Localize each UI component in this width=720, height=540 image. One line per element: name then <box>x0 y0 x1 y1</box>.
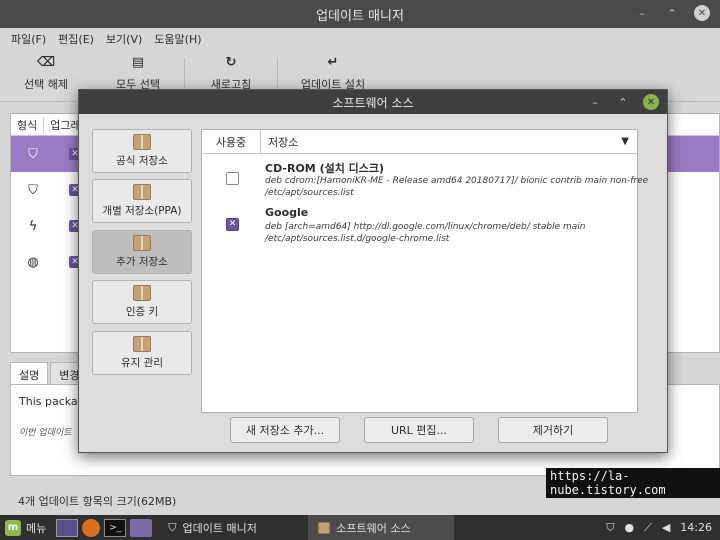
maximize-icon[interactable]: ⌃ <box>664 5 680 21</box>
minimize-icon[interactable]: – <box>634 5 650 21</box>
sidebar-item-ppa[interactable]: 개별 저장소(PPA) <box>92 179 192 223</box>
user-icon[interactable]: ● <box>625 521 635 534</box>
terminal-icon[interactable]: >_ <box>104 518 127 537</box>
edit-url-button[interactable]: URL 편집... <box>364 417 474 443</box>
mint-logo-icon: m <box>5 519 21 536</box>
install-updates-button[interactable]: ↵ 업데이트 설치 <box>278 56 388 92</box>
sidebar-item-label: 유지 관리 <box>121 357 163 369</box>
minimize-icon[interactable]: – <box>587 94 603 110</box>
refresh-icon: ↻ <box>225 55 237 70</box>
backspace-icon: ⌫ <box>36 55 56 70</box>
add-repository-button[interactable]: 새 저장소 추가... <box>230 417 340 443</box>
task-label: 소프트웨어 소스 <box>336 521 411 535</box>
sidebar-item-label: 개별 저장소(PPA) <box>102 205 182 217</box>
menu-help[interactable]: 도움말(H) <box>148 31 207 47</box>
clear-selection-button[interactable]: ⌫ 선택 해제 <box>0 56 92 92</box>
shield-icon: ⛉ <box>28 146 38 162</box>
repository-item[interactable]: ✕ Google deb [arch=amd64] http://dl.goog… <box>202 204 639 250</box>
dialog-title: 소프트웨어 소스 <box>332 95 414 110</box>
globe-icon: ◍ <box>27 254 39 270</box>
sidebar-item-official[interactable]: 공식 저장소 <box>92 129 192 173</box>
clock[interactable]: 14:26 <box>680 521 712 534</box>
repo-name: Google <box>265 206 309 219</box>
column-repository-label: 저장소 <box>268 135 299 149</box>
menu-edit[interactable]: 편집(E) <box>52 31 100 47</box>
close-icon[interactable]: ✕ <box>643 94 659 110</box>
repo-file: /etc/apt/sources.list <box>265 188 354 198</box>
volume-icon[interactable]: ◀ <box>662 521 670 534</box>
folder-icon[interactable] <box>130 518 153 537</box>
task-label: 업데이트 매니저 <box>182 521 257 535</box>
package-icon <box>133 235 151 251</box>
repo-file: /etc/apt/sources.list.d/google-chrome.li… <box>265 234 450 244</box>
sort-down-icon[interactable]: ▼ <box>621 136 629 147</box>
shield-icon: ⛉ <box>168 520 177 534</box>
network-icon[interactable]: ⟋ <box>644 521 652 535</box>
status-text: 4개 업데이트 항목의 크기(62MB) <box>18 495 177 508</box>
package-icon <box>133 184 151 200</box>
update-manager-titlebar[interactable]: 업데이트 매니저 – ⌃ ✕ <box>0 0 720 28</box>
task-update-manager[interactable]: ⛉ 업데이트 매니저 <box>158 515 304 540</box>
refresh-button[interactable]: ↻ 새로고침 <box>185 56 277 92</box>
package-icon <box>133 285 151 301</box>
package-icon <box>318 521 331 534</box>
dialog-titlebar[interactable]: 소프트웨어 소스 – ⌃ ✕ <box>79 90 667 114</box>
show-desktop-icon[interactable] <box>56 518 79 537</box>
repository-list-header: 사용중 저장소 ▼ <box>202 130 637 154</box>
package-icon <box>133 134 151 150</box>
column-type[interactable]: 형식 <box>11 116 45 133</box>
repo-name: CD-ROM (설치 디스크) <box>265 162 385 175</box>
task-software-sources[interactable]: 소프트웨어 소스 <box>308 515 455 540</box>
firefox-icon[interactable] <box>82 518 101 537</box>
repo-enabled-checkbox[interactable]: ✕ <box>226 218 239 231</box>
description-note: 이번 업데이트 <box>19 428 72 438</box>
sidebar-item-label: 추가 저장소 <box>116 256 168 268</box>
shield-icon: ⛉ <box>28 182 38 198</box>
taskbar: m 메뉴 >_ ⛉ 업데이트 매니저 소프트웨어 소스 ⛉ ● ⟋ ◀ 14:2… <box>0 515 720 540</box>
window-title: 업데이트 매니저 <box>316 8 404 24</box>
package-icon <box>133 336 151 352</box>
column-repository[interactable]: 저장소 ▼ <box>261 130 637 153</box>
start-menu-label: 메뉴 <box>26 521 47 535</box>
column-enabled[interactable]: 사용중 <box>202 130 261 153</box>
menu-bar: 파일(F) 편집(E) 보기(V) 도움말(H) <box>0 28 720 50</box>
return-arrow-icon: ↵ <box>327 55 339 70</box>
repository-list: 사용중 저장소 ▼ CD-ROM (설치 디스크) deb cdrom:[Ham… <box>201 129 648 413</box>
system-tray: ⛉ ● ⟋ ◀ 14:26 <box>606 515 712 540</box>
menu-view[interactable]: 보기(V) <box>100 31 148 47</box>
repo-line: deb cdrom:[HamoniKR-ME - Release amd64 2… <box>265 176 649 186</box>
watermark: https://la-nube.tistory.com <box>546 468 720 498</box>
sidebar-item-label: 공식 저장소 <box>116 155 168 167</box>
repo-line: deb [arch=amd64] http://dl.google.com/li… <box>265 222 586 232</box>
start-menu-button[interactable]: m 메뉴 <box>0 519 54 536</box>
close-icon[interactable]: ✕ <box>694 5 710 21</box>
document-icon: ▤ <box>131 55 145 70</box>
software-sources-dialog: 소프트웨어 소스 – ⌃ ✕ 공식 저장소 개별 저장소(PPA) 추가 저장소… <box>78 89 668 453</box>
repository-item[interactable]: CD-ROM (설치 디스크) deb cdrom:[HamoniKR-ME -… <box>202 158 648 204</box>
repo-enabled-checkbox[interactable] <box>226 172 239 185</box>
sidebar-item-maintenance[interactable]: 유지 관리 <box>92 331 192 375</box>
select-all-button[interactable]: ▤ 모두 선택 <box>92 56 184 92</box>
sidebar-item-keys[interactable]: 인증 키 <box>92 280 192 324</box>
bolt-icon: ϟ <box>28 218 38 234</box>
shield-icon[interactable]: ⛉ <box>606 521 614 535</box>
clear-selection-label: 선택 해제 <box>24 78 68 91</box>
maximize-icon[interactable]: ⌃ <box>615 94 631 110</box>
remove-button[interactable]: 제거하기 <box>498 417 608 443</box>
sidebar-item-additional[interactable]: 추가 저장소 <box>92 230 192 274</box>
menu-file[interactable]: 파일(F) <box>5 31 52 47</box>
sidebar-item-label: 인증 키 <box>125 306 159 318</box>
